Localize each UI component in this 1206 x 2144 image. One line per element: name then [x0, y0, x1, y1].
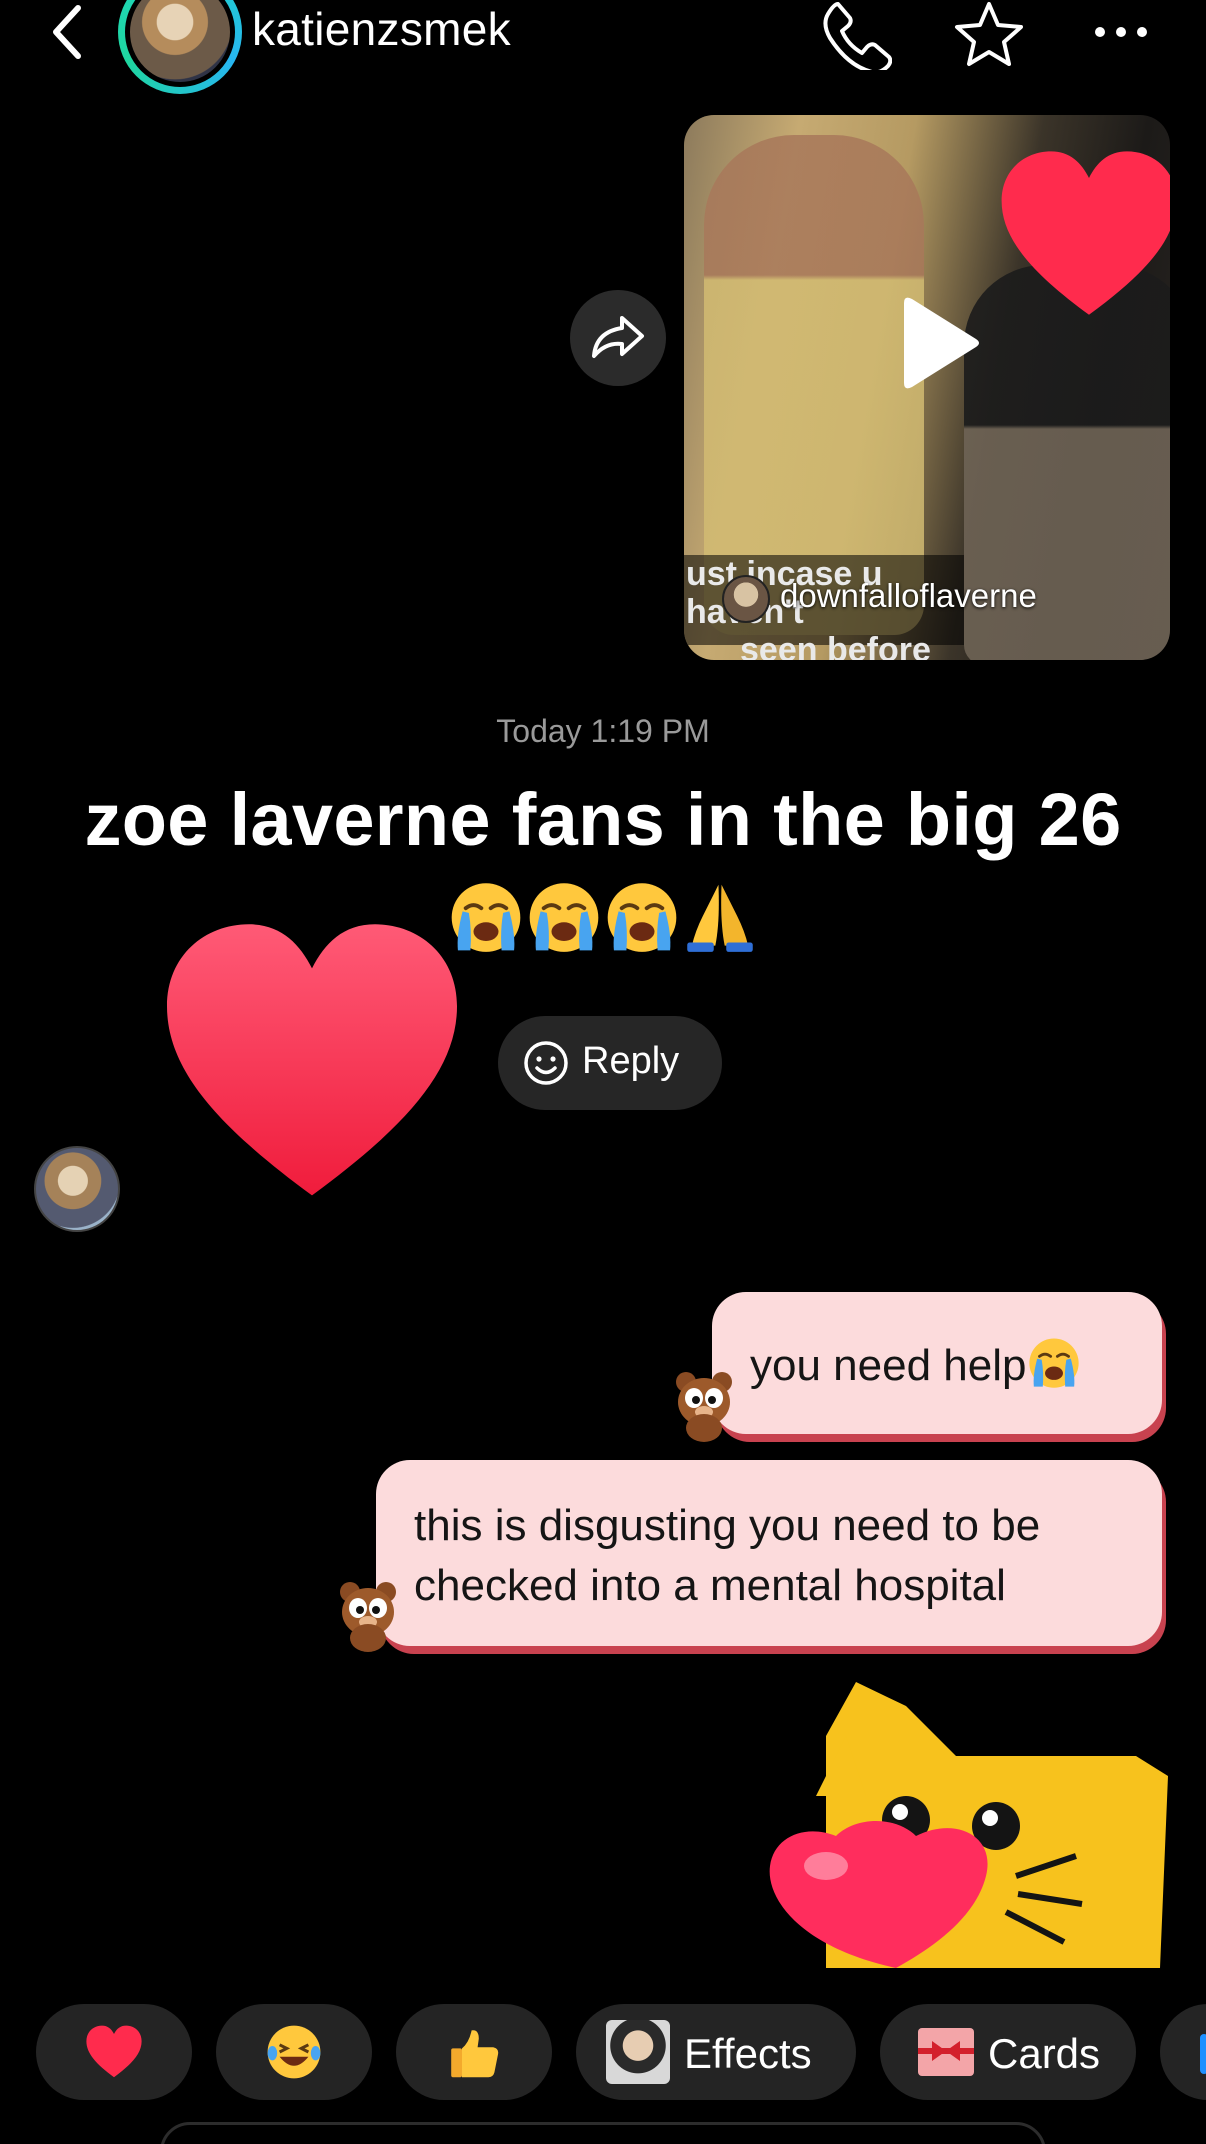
message-timestamp: Today 1:19 PM [496, 713, 710, 749]
thumbs-up-reaction-button[interactable] [396, 2004, 552, 2100]
shared-video-card[interactable]: ust incase u haven't seen before downfal… [684, 115, 1170, 660]
outgoing-message[interactable]: this is disgusting you need to be checke… [376, 1460, 1162, 1646]
avatar[interactable] [118, 0, 242, 94]
chat-username[interactable]: katienzsmek [252, 2, 511, 56]
reply-label: Reply [582, 1040, 680, 1082]
effects-label: Effects [684, 2030, 812, 2077]
cards-button[interactable]: Cards [880, 2004, 1136, 2100]
ellipsis-icon[interactable] [1086, 0, 1156, 70]
sender-avatar[interactable] [34, 1146, 120, 1232]
folded-hands-icon [681, 877, 759, 955]
effects-thumbnail [606, 2020, 670, 2084]
more-options-pill[interactable] [1160, 2004, 1206, 2100]
gift-card-icon [918, 2028, 974, 2076]
outgoing-message[interactable]: you need help [712, 1292, 1162, 1434]
loudly-crying-face-icon [603, 877, 681, 955]
effects-button[interactable]: Effects [576, 2004, 856, 2100]
share-forward-button[interactable] [570, 290, 666, 386]
loudly-crying-face-icon [1026, 1334, 1082, 1390]
phone-icon[interactable] [822, 0, 892, 70]
bear-icon [672, 1368, 736, 1442]
tears-of-joy-icon [264, 2022, 324, 2082]
message-input[interactable] [160, 2122, 1046, 2144]
chat-header: katienzsmek [0, 0, 1206, 94]
thumbs-up-icon [444, 2022, 504, 2082]
bear-icon [336, 1578, 400, 1652]
share-forward-icon [592, 316, 644, 358]
chevron-left-icon[interactable] [44, 2, 94, 62]
smiley-icon [524, 1041, 568, 1085]
laugh-reaction-button[interactable] [216, 2004, 372, 2100]
cat-heart-sticker[interactable] [756, 1676, 1168, 1968]
star-icon[interactable] [954, 0, 1024, 70]
play-icon[interactable] [894, 295, 984, 395]
reply-button[interactable]: Reply [498, 1016, 722, 1110]
heart-overlay-icon [994, 145, 1170, 325]
heart-reaction-button[interactable] [36, 2004, 192, 2100]
cards-label: Cards [988, 2030, 1101, 2077]
loudly-crying-face-icon [525, 877, 603, 955]
quick-reaction-bar: Effects Cards [0, 2004, 1206, 2100]
video-author-avatar [722, 575, 770, 623]
video-author[interactable]: downfalloflaverne [780, 577, 1037, 615]
red-heart-icon [84, 2022, 144, 2082]
heart-reaction-icon[interactable] [152, 918, 472, 1208]
